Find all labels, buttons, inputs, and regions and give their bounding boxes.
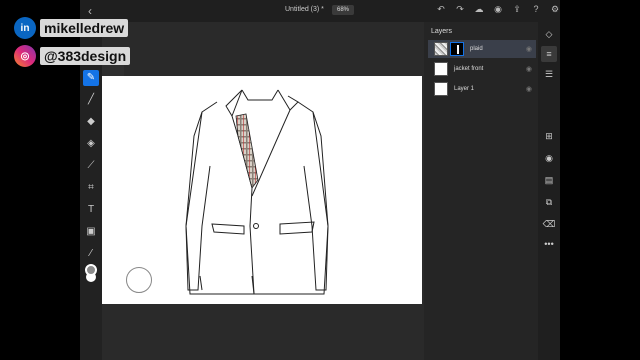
- help-icon[interactable]: ?: [530, 3, 542, 15]
- linkedin-icon: in: [14, 17, 36, 39]
- visibility-eye-icon[interactable]: ◉: [526, 65, 532, 73]
- clip-icon[interactable]: ⧉: [541, 194, 557, 210]
- layers-panel-title: Layers: [431, 28, 453, 35]
- layer-name: Layer 1: [454, 86, 475, 92]
- layer-thumbnail: [434, 82, 448, 96]
- layer-properties-icon[interactable]: ≡: [541, 46, 557, 62]
- settings-icon[interactable]: ⚙: [549, 3, 561, 15]
- top-icon-group: ↶ ↷ ☁ ◉ ⇪ ? ⚙: [435, 3, 561, 15]
- right-rail: ◇ ≡ ☰ ⊞ ◉ ▤ ⧉ ⌫ •••: [538, 22, 560, 360]
- layers-icon[interactable]: ◇: [541, 26, 557, 42]
- document-title[interactable]: Untitled (3) *: [285, 6, 324, 13]
- drawing-canvas[interactable]: [102, 76, 422, 304]
- delete-icon[interactable]: ⌫: [541, 216, 557, 232]
- visibility-eye-icon[interactable]: ◉: [526, 85, 532, 93]
- mask-icon[interactable]: ▤: [541, 172, 557, 188]
- more-icon[interactable]: •••: [541, 236, 557, 252]
- instagram-overlay: ◎ @383design: [14, 45, 131, 67]
- layer-row-plaid[interactable]: plaid ◉: [428, 40, 536, 58]
- layer-thumbnail: [434, 62, 448, 76]
- brush-cursor-circle: [126, 267, 152, 293]
- visibility-eye-icon[interactable]: ◉: [526, 45, 532, 53]
- eyedropper-icon[interactable]: ⁄: [83, 246, 99, 262]
- layer-mask-thumbnail[interactable]: [450, 42, 464, 56]
- brush-icon[interactable]: ╱: [83, 92, 99, 108]
- redo-icon[interactable]: ↷: [454, 3, 466, 15]
- jacket-sketch: [185, 89, 329, 295]
- zoom-level[interactable]: 68%: [332, 5, 355, 15]
- fill-icon[interactable]: ◈: [83, 136, 99, 152]
- export-icon[interactable]: ⇪: [511, 3, 523, 15]
- layer-thumbnail: [434, 42, 448, 56]
- smudge-icon[interactable]: ⟋: [83, 158, 99, 174]
- left-toolbar: ✎ ╱ ◆ ◈ ⟋ ⌗ T ▣ ⁄: [80, 22, 102, 360]
- crop-icon[interactable]: ⌗: [83, 180, 99, 196]
- undo-icon[interactable]: ↶: [435, 3, 447, 15]
- add-layer-icon[interactable]: ⊞: [541, 128, 557, 144]
- instagram-icon: ◎: [14, 45, 36, 67]
- layers-panel: Layers plaid ◉ jacket front ◉ Layer 1 ◉: [424, 22, 538, 360]
- eraser-icon[interactable]: ◆: [83, 114, 99, 130]
- top-bar: ‹ Untitled (3) * 68% ↶ ↷ ☁ ◉ ⇪ ? ⚙: [80, 0, 560, 22]
- layer-name: plaid: [470, 46, 483, 52]
- linkedin-overlay: in mikelledrew: [14, 17, 129, 39]
- linkedin-handle: mikelledrew: [40, 19, 129, 37]
- share-user-icon[interactable]: ◉: [492, 3, 504, 15]
- image-icon[interactable]: ▣: [83, 224, 99, 240]
- cloud-icon[interactable]: ☁: [473, 3, 485, 15]
- foreground-color-swatch[interactable]: [85, 264, 97, 276]
- layer-row-layer-1[interactable]: Layer 1 ◉: [428, 80, 536, 98]
- visibility-icon[interactable]: ◉: [541, 150, 557, 166]
- back-chevron-icon[interactable]: ‹: [88, 4, 92, 18]
- select-icon[interactable]: ✎: [83, 70, 99, 86]
- instagram-handle: @383design: [40, 47, 131, 65]
- layer-row-jacket-front[interactable]: jacket front ◉: [428, 60, 536, 78]
- adjustments-icon[interactable]: ☰: [541, 66, 557, 82]
- layer-name: jacket front: [454, 66, 484, 72]
- text-icon[interactable]: T: [83, 202, 99, 218]
